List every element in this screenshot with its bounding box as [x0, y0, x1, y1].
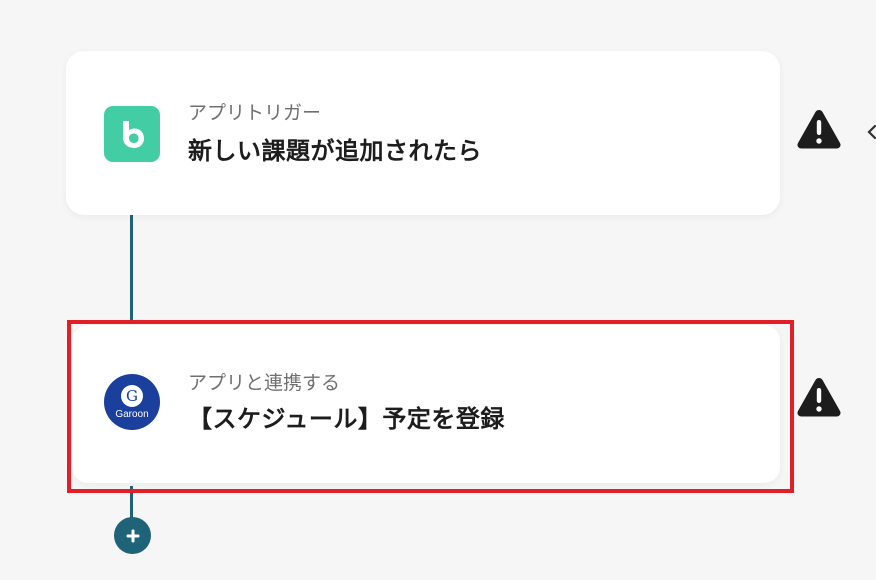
- backlog-icon: [104, 106, 160, 162]
- step-title: 【スケジュール】予定を登録: [188, 405, 505, 433]
- garoon-app-icon: G Garoon: [104, 374, 160, 430]
- action-step-card[interactable]: G Garoon アプリと連携する 【スケジュール】予定を登録: [72, 325, 780, 483]
- garoon-logo-text: Garoon: [115, 408, 149, 420]
- step-type-label: アプリトリガー: [188, 102, 322, 124]
- warning-icon[interactable]: [796, 108, 842, 150]
- plus-icon: [126, 529, 139, 542]
- garoon-icon: G Garoon: [104, 374, 160, 430]
- backlog-app-icon: [104, 106, 160, 162]
- step-type-label: アプリと連携する: [188, 372, 341, 394]
- trigger-step-card[interactable]: アプリトリガー 新しい課題が追加されたら: [66, 51, 780, 215]
- step-title: 新しい課題が追加されたら: [188, 137, 482, 165]
- flow-canvas: アプリトリガー 新しい課題が追加されたら G Garoon アプリと連携する 【…: [0, 0, 876, 580]
- connector-line: [130, 214, 133, 320]
- warning-icon[interactable]: [796, 376, 842, 418]
- chevron-left-icon[interactable]: [866, 122, 876, 142]
- garoon-logo-letter: G: [121, 384, 143, 407]
- add-step-button[interactable]: [114, 517, 151, 554]
